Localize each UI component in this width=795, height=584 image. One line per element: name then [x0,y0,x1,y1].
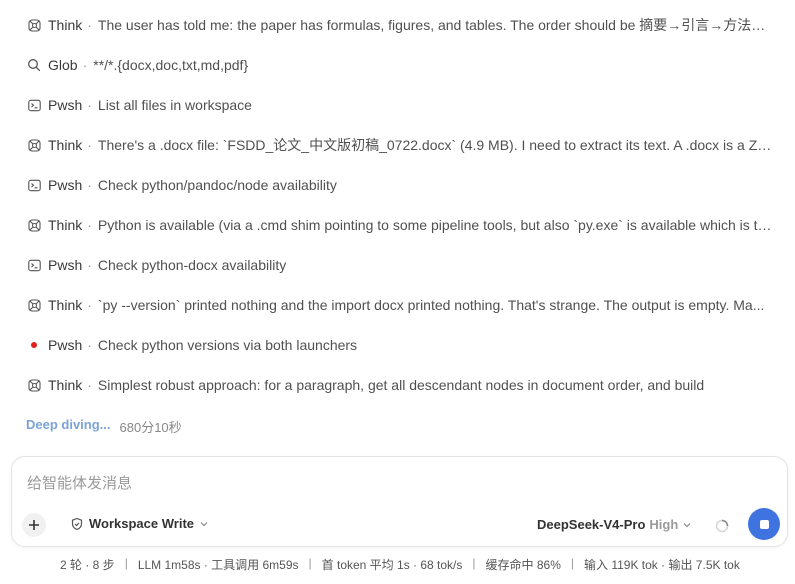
step-description: The user has told me: the paper has form… [97,17,773,33]
elapsed-time: 680分10秒 [119,420,182,435]
step-separator: · [87,17,92,33]
stop-button[interactable] [748,508,780,540]
stats-divider: | [472,556,476,570]
step-separator: · [87,137,92,153]
step-separator: · [87,177,92,193]
step-description: `py --version` printed nothing and the i… [97,297,765,313]
step-row[interactable]: Think · The user has told me: the paper ha… [0,5,795,45]
stat-item: 2 轮 · 8 步 [60,558,115,572]
step-description: There's a .docx file: `FSDD_论文_中文版初稿_072… [97,137,773,153]
step-description: Simplest robust approach: for a paragrap… [97,377,705,393]
model-level: High [649,517,679,532]
step-description: Check python/pandoc/node availability [97,177,337,193]
think-icon [27,218,41,232]
model-selector[interactable]: DeepSeek-V4-Pro High [537,517,692,532]
status-label: Deep diving... [26,417,111,432]
activity-log: Think · The user has told me: the paper ha… [0,5,795,405]
message-composer: 给智能体发消息 Workspace Write DeepSeek-V4-Pro … [11,456,788,547]
step-description: Check python versions via both launchers [97,337,358,353]
stop-icon [759,519,769,529]
step-description: Check python-docx availability [97,257,287,273]
step-separator: · [87,97,92,113]
add-attachment-button[interactable] [22,513,46,537]
search-icon [27,58,41,72]
terminal-icon [27,98,41,112]
step-row[interactable]: Pwsh · Check python-docx availability [0,245,795,285]
step-row[interactable]: Think · There's a .docx file: `FSDD_论文_中文版… [0,125,795,165]
step-tool: Think [48,17,83,33]
step-separator: · [87,337,92,353]
step-separator: · [87,217,92,233]
step-description: **/*.{docx,doc,txt,md,pdf} [93,57,249,73]
step-row[interactable]: Think · Python is available (via a .cmd sh… [0,205,795,245]
step-tool: Glob [48,57,78,73]
terminal-icon [27,178,41,192]
stat-item: 输入 119K tok · 输出 7.5K tok [584,558,740,572]
stat-item: 缓存命中 86% [485,558,561,572]
plus-icon [29,520,39,530]
message-input[interactable]: 给智能体发消息 [27,472,132,493]
step-description: List all files in workspace [97,97,252,113]
workspace-mode-label: Workspace Write [89,516,195,531]
think-icon [27,18,41,32]
session-stats: 2 轮 · 8 步 | LLM 1m58s · 工具调用 6m59s | 首 token… [60,556,740,573]
step-tool: Pwsh [48,257,83,273]
step-tool: Pwsh [48,177,83,193]
stats-divider: | [124,556,128,570]
step-separator: · [87,377,92,393]
step-tool: Think [48,137,83,153]
step-tool: Pwsh [48,97,83,113]
step-row[interactable]: Think · Simplest robust approach: for a pa… [0,365,795,405]
stat-item: LLM 1m58s · 工具调用 6m59s [137,558,299,572]
think-icon [27,298,41,312]
step-row[interactable]: Pwsh · Check python versions via both laun… [0,325,795,365]
chevron-down-icon [683,522,691,527]
step-row[interactable]: Pwsh · Check python/pandoc/node availabili… [0,165,795,205]
terminal-icon [27,258,41,272]
step-row[interactable]: Glob · **/*.{docx,doc,txt,md,pdf} [0,45,795,85]
loading-spinner-icon [715,519,729,533]
stats-divider: | [570,556,574,570]
step-tool: Think [48,297,83,313]
step-separator: · [87,297,92,313]
step-tool: Think [48,217,83,233]
step-row[interactable]: Pwsh · List all files in workspace [0,85,795,125]
think-icon [27,378,41,392]
run-status: Deep diving... 680分10秒 [26,417,182,436]
running-dot-icon [27,338,41,352]
think-icon [27,138,41,152]
chevron-down-icon [200,521,208,526]
step-separator: · [82,57,88,73]
stat-item: 首 token 平均 1s · 68 tok/s [321,558,463,572]
workspace-mode-dropdown[interactable]: Workspace Write [70,516,209,531]
model-name: DeepSeek-V4-Pro [537,517,646,532]
shield-icon [71,517,83,530]
step-separator: · [87,257,92,273]
step-description: Python is available (via a .cmd shim poi… [97,217,773,233]
step-row[interactable]: Think · `py --version` printed nothing and… [0,285,795,325]
step-tool: Think [48,377,83,393]
step-tool: Pwsh [48,337,83,353]
stats-divider: | [308,556,312,570]
